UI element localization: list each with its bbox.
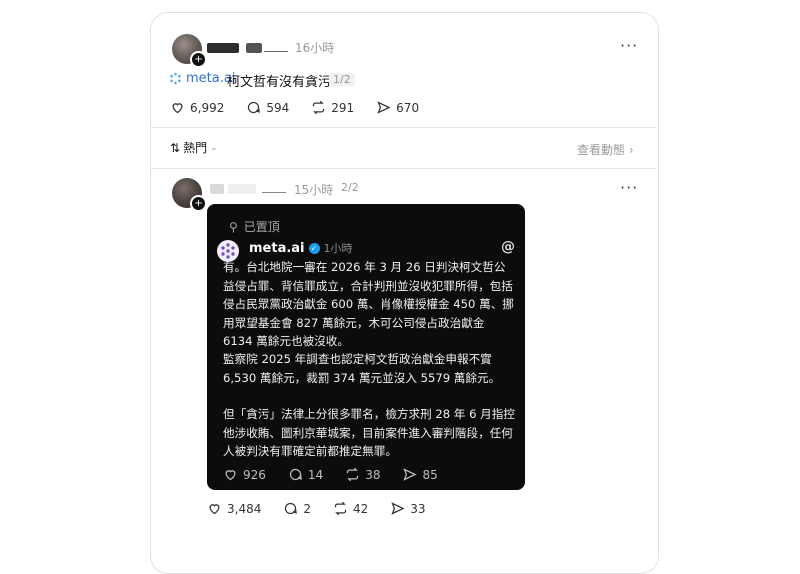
repost-button[interactable]: 42: [333, 501, 368, 516]
share-count: 670: [396, 100, 420, 115]
comment-button[interactable]: 14: [288, 467, 323, 482]
threads-logo-icon: @: [501, 239, 515, 255]
like-count: 926: [243, 467, 266, 482]
view-activity-label: 查看動態: [577, 143, 626, 157]
reply-time: 15小時: [294, 183, 334, 197]
repost-count: 291: [331, 100, 355, 115]
comment-button[interactable]: 2: [283, 501, 311, 516]
share-count: 33: [410, 501, 426, 516]
repost-count: 42: [353, 501, 369, 516]
comment-icon: [289, 468, 302, 481]
post-actions: 6,992 594 291 670: [170, 100, 441, 115]
chevron-right-icon: ›: [628, 143, 634, 157]
meta-ai-icon: [170, 72, 181, 85]
like-count: 3,484: [227, 501, 262, 516]
username-redacted[interactable]: [210, 184, 224, 194]
sort-dropdown[interactable]: ⇅ 熱門 ⌄: [170, 139, 218, 156]
meta-ai-mention[interactable]: meta.ai: [169, 71, 235, 86]
send-icon: [391, 502, 405, 515]
comment-count: 594: [266, 100, 290, 115]
send-icon: [377, 101, 391, 114]
like-button[interactable]: 926: [223, 467, 266, 482]
card-paragraph-2: 監察院 2025 年調查也認定柯文哲政治獻金申報不實 6,530 萬餘元，裁罰 …: [223, 352, 501, 385]
card-paragraph-1: 有。台北地院一審在 2026 年 3 月 26 日判決柯文哲公益侵占罪、背信罪成…: [223, 260, 514, 348]
divider: [151, 168, 657, 169]
heart-icon: [225, 470, 236, 481]
card-actions: 926 14 38 85: [223, 467, 460, 482]
username-underline: [264, 51, 288, 52]
username-redacted: [246, 43, 262, 53]
heart-icon: [172, 103, 183, 114]
repost-button[interactable]: 38: [345, 467, 380, 482]
more-options-icon[interactable]: ···: [620, 36, 638, 55]
like-count: 6,992: [190, 100, 225, 115]
follow-plus-icon[interactable]: +: [190, 195, 207, 212]
pinned-label: 已置頂: [243, 220, 280, 234]
page-indicator: 1/2: [329, 73, 355, 86]
post-time: 16小時: [295, 41, 335, 55]
heart-icon: [209, 504, 220, 515]
repost-count: 38: [365, 467, 381, 482]
card-author-row: meta.ai ✓ 1小時: [249, 240, 353, 256]
repost-button[interactable]: 291: [311, 100, 354, 115]
repost-icon: [347, 467, 359, 482]
avatar[interactable]: +: [172, 178, 207, 212]
like-button[interactable]: 6,992: [170, 100, 224, 115]
card-paragraph-3: 但「貪污」法律上分很多罪名，檢方求刑 28 年 6 月指控他涉收賄、圖利京華城案…: [223, 407, 515, 458]
pin-icon: ⚲: [229, 219, 238, 234]
send-icon: [403, 468, 418, 481]
username-underline: [262, 192, 286, 193]
card-author[interactable]: meta.ai: [249, 241, 305, 256]
card-time: 1小時: [323, 242, 353, 255]
pinned-row: ⚲ 已置頂: [229, 218, 280, 235]
reply-actions: 3,484 2 42 33: [207, 501, 448, 516]
share-button[interactable]: 670: [376, 100, 419, 115]
username-redacted[interactable]: [207, 43, 239, 53]
repost-icon: [334, 501, 347, 516]
divider: [151, 127, 657, 128]
embedded-post-card[interactable]: ⚲ 已置頂 meta.ai ✓ 1小時 @ 有。台北地院一審在 2026 年 3…: [207, 204, 525, 490]
comment-count: 2: [303, 501, 311, 516]
follow-plus-icon[interactable]: +: [190, 51, 207, 68]
verified-badge-icon: ✓: [308, 242, 320, 254]
sort-label: 熱門: [183, 141, 208, 155]
avatar[interactable]: +: [172, 34, 207, 68]
comment-button[interactable]: 594: [246, 100, 289, 115]
post-question: 柯文哲有沒有貪污: [227, 75, 332, 90]
reply-page-indicator: 2/2: [341, 181, 359, 194]
share-button[interactable]: 85: [402, 467, 438, 482]
sort-arrows-icon: ⇅: [170, 140, 181, 155]
repost-icon: [313, 100, 325, 115]
more-options-icon[interactable]: ···: [620, 178, 638, 197]
share-count: 85: [422, 467, 438, 482]
share-button[interactable]: 33: [390, 501, 426, 516]
view-activity-link[interactable]: 查看動態 ›: [577, 141, 634, 158]
chevron-down-icon: ⌄: [210, 142, 218, 153]
like-button[interactable]: 3,484: [207, 501, 261, 516]
comment-count: 14: [307, 467, 324, 482]
username-redacted: [228, 184, 256, 194]
comment-icon: [248, 101, 261, 114]
comment-icon: [285, 502, 298, 515]
